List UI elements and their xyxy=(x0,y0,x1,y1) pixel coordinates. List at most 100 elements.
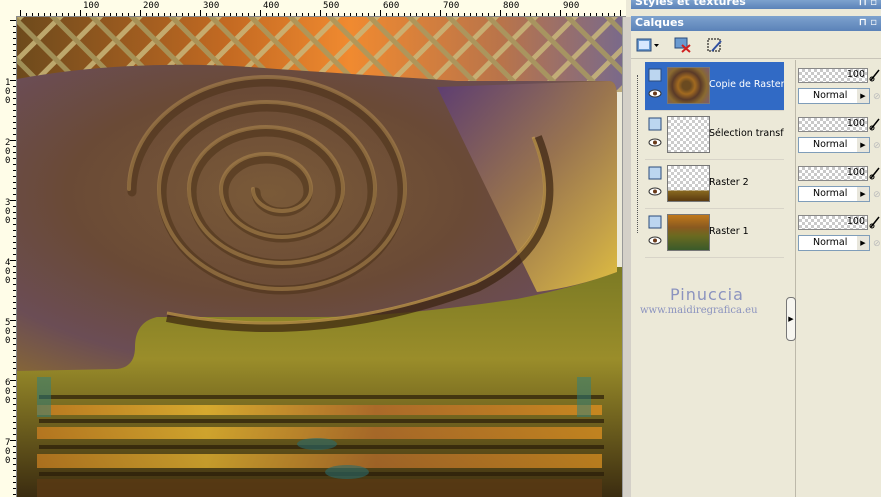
blend-mode-value: Normal xyxy=(813,188,848,199)
ruler-tick xyxy=(128,13,129,16)
ruler-tick xyxy=(13,248,16,249)
opacity-slider[interactable]: 100 xyxy=(798,68,868,83)
ruler-tick xyxy=(140,10,141,16)
ruler-tick xyxy=(13,218,16,219)
ruler-tick xyxy=(410,13,411,16)
ruler-tick xyxy=(512,13,513,16)
opacity-slider[interactable]: 100 xyxy=(798,166,868,181)
ruler-tick xyxy=(470,13,471,16)
ruler-tick xyxy=(182,13,183,16)
opacity-slider[interactable]: 100 xyxy=(798,117,868,132)
ruler-tick xyxy=(13,302,16,303)
link-icon[interactable]: ⊘ xyxy=(873,141,881,151)
ruler-tick xyxy=(13,164,16,165)
canvas-scrollbar[interactable] xyxy=(622,17,631,497)
ruler-tick xyxy=(344,13,345,16)
ruler-tick xyxy=(356,13,357,16)
layer-thumbnail xyxy=(667,165,710,202)
link-icon[interactable]: ⊘ xyxy=(873,92,881,102)
ruler-tick xyxy=(446,13,447,16)
eye-icon[interactable] xyxy=(648,187,662,196)
layer-row-raster-2[interactable]: Raster 2 xyxy=(645,160,784,209)
ruler-top-label: 600 xyxy=(383,1,400,11)
ruler-tick xyxy=(13,110,16,111)
layers-toolbar xyxy=(631,32,881,59)
image-canvas[interactable] xyxy=(17,17,622,497)
ruler-tick xyxy=(13,458,16,459)
pin-icon[interactable]: ⊓ ▫ xyxy=(859,16,877,30)
ruler-tick xyxy=(458,13,459,16)
ruler-tick xyxy=(224,13,225,16)
ruler-tick xyxy=(614,13,615,16)
eye-icon[interactable] xyxy=(648,138,662,147)
opacity-slider[interactable]: 100 xyxy=(798,215,868,230)
ruler-tick xyxy=(13,38,16,39)
ruler-left-label: 2 0 0 xyxy=(5,138,11,166)
layer-row-copie-de-raster-1[interactable]: Copie de Raster 1 xyxy=(645,62,784,111)
mask-button[interactable] xyxy=(705,35,725,55)
ruler-tick xyxy=(314,13,315,16)
ruler-tick xyxy=(92,13,93,16)
ruler-tick xyxy=(608,13,609,16)
ruler-tick xyxy=(212,13,213,16)
delete-layer-icon xyxy=(674,37,691,53)
link-icon[interactable]: ⊘ xyxy=(873,239,881,249)
ruler-tick xyxy=(56,13,57,16)
ruler-tick xyxy=(200,10,201,16)
brush-icon[interactable] xyxy=(869,117,881,131)
blend-mode-select[interactable]: Normal ▶ xyxy=(798,88,870,104)
layer-row-selection-transformee[interactable]: Sélection transformée xyxy=(645,111,784,160)
dropdown-arrow-icon: ▶ xyxy=(857,236,869,250)
ruler-tick xyxy=(86,13,87,16)
new-layer-button[interactable] xyxy=(635,35,661,55)
ruler-tick xyxy=(13,158,16,159)
blend-mode-select[interactable]: Normal ▶ xyxy=(798,137,870,153)
ruler-left-label: 5 0 0 xyxy=(5,318,11,346)
ruler-tick xyxy=(488,13,489,16)
ruler-tick xyxy=(13,434,16,435)
layer-row-raster-1[interactable]: Raster 1 xyxy=(645,209,784,258)
eye-icon[interactable] xyxy=(648,236,662,245)
ruler-tick xyxy=(146,13,147,16)
ruler-tick xyxy=(176,13,177,16)
ruler-tick xyxy=(566,13,567,16)
ruler-vertical: 1 0 0 2 0 0 3 0 0 4 0 0 5 0 0 6 0 0 7 0 … xyxy=(0,16,17,497)
ruler-tick xyxy=(13,404,16,405)
ruler-tick xyxy=(122,13,123,16)
ruler-tick xyxy=(13,344,16,345)
ruler-tick xyxy=(68,13,69,16)
pin-icon[interactable]: ⊓ ▫ xyxy=(859,0,877,9)
panel-collapse-handle[interactable]: ▶ xyxy=(786,297,796,341)
ruler-tick xyxy=(13,32,16,33)
brush-icon[interactable] xyxy=(869,215,881,229)
ruler-tick xyxy=(428,13,429,16)
ruler-tick xyxy=(13,314,16,315)
delete-layer-button[interactable] xyxy=(673,35,693,55)
styles-panel-title: Styles et textures ⊓ ▫ xyxy=(631,0,881,9)
raster-layer-icon xyxy=(648,166,662,180)
ruler-top-label: 900 xyxy=(563,1,580,11)
ruler-tick xyxy=(248,13,249,16)
raster-layer-icon xyxy=(648,68,662,82)
brush-icon[interactable] xyxy=(869,166,881,180)
ruler-tick xyxy=(13,482,16,483)
blend-mode-value: Normal xyxy=(813,139,848,150)
ruler-tick xyxy=(392,13,393,16)
ruler-tick xyxy=(10,20,16,21)
ruler-tick xyxy=(170,13,171,16)
ruler-left-label: 1 0 0 xyxy=(5,78,11,106)
ruler-tick xyxy=(13,338,16,339)
brush-icon[interactable] xyxy=(869,68,881,82)
ruler-tick xyxy=(110,13,111,16)
link-icon[interactable]: ⊘ xyxy=(873,190,881,200)
ruler-tick xyxy=(13,122,16,123)
ruler-tick xyxy=(116,13,117,16)
blend-mode-select[interactable]: Normal ▶ xyxy=(798,235,870,251)
ruler-tick xyxy=(590,13,591,16)
eye-icon[interactable] xyxy=(648,89,662,98)
blend-mode-select[interactable]: Normal ▶ xyxy=(798,186,870,202)
layer-thumbnail xyxy=(667,214,710,251)
ruler-tick xyxy=(13,44,16,45)
ruler-tick xyxy=(242,13,243,16)
ruler-tick xyxy=(548,13,549,16)
